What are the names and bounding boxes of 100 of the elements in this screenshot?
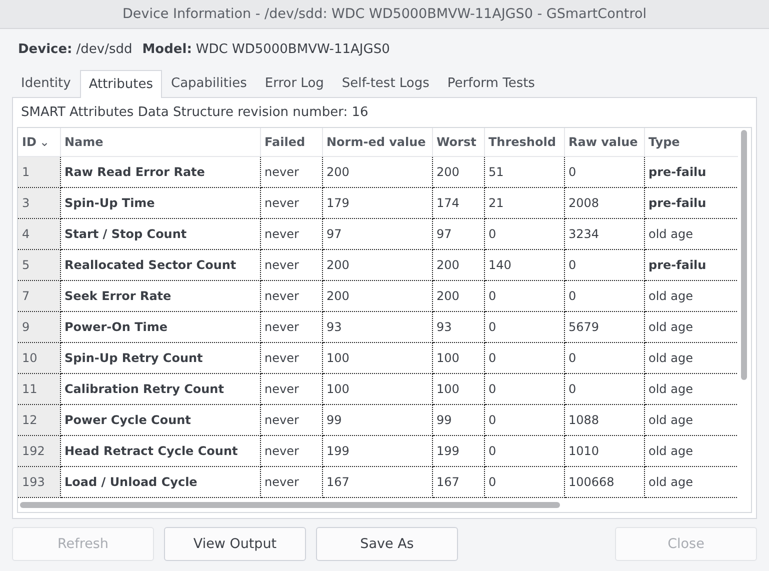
tab[interactable]: Identity — [12, 69, 80, 97]
column-header[interactable]: Failed — [260, 128, 322, 156]
device-value: /dev/sdd — [76, 42, 132, 56]
table-cell: old age — [644, 374, 738, 404]
table-cell: Spin-Up Time — [60, 188, 260, 218]
tab[interactable]: Capabilities — [162, 69, 256, 97]
table-cell: 199 — [432, 436, 484, 466]
table-cell: 0 — [484, 404, 564, 436]
table-cell: 93 — [432, 312, 484, 342]
table-cell: 99 — [432, 404, 484, 436]
table-cell: 192 — [18, 436, 60, 466]
table-cell: 4 — [18, 218, 60, 250]
table-cell: never — [260, 342, 322, 374]
tab[interactable]: Self-test Logs — [332, 69, 438, 97]
table-cell: 0 — [564, 342, 644, 374]
table-cell: 0 — [564, 280, 644, 312]
column-header[interactable]: Threshold — [484, 128, 564, 156]
column-header[interactable]: Worst — [432, 128, 484, 156]
table-cell: never — [260, 218, 322, 250]
table-cell: 1 — [18, 156, 60, 188]
model-value: WDC WD5000BMVW-11AJGS0 — [196, 42, 390, 56]
table-cell: 200 — [432, 156, 484, 188]
table-cell: 0 — [484, 312, 564, 342]
table-cell: never — [260, 466, 322, 498]
table-cell: 99 — [322, 404, 432, 436]
table-cell: 167 — [432, 466, 484, 498]
table-cell: 11 — [18, 374, 60, 404]
column-header[interactable]: Type — [644, 128, 738, 156]
tab[interactable]: Error Log — [256, 69, 333, 97]
table-cell: 200 — [322, 250, 432, 280]
table-cell: 179 — [322, 188, 432, 218]
table-cell: 199 — [322, 436, 432, 466]
table-cell: 0 — [484, 436, 564, 466]
table-cell: Seek Error Rate — [60, 280, 260, 312]
table-cell: never — [260, 312, 322, 342]
table-cell: 0 — [564, 250, 644, 280]
table-cell: 12 — [18, 404, 60, 436]
table-cell: 10 — [18, 342, 60, 374]
sort-icon: ⌄ — [39, 135, 50, 149]
column-header[interactable]: Norm-ed value — [322, 128, 432, 156]
table-cell: old age — [644, 436, 738, 466]
table-cell: 100 — [322, 374, 432, 404]
table-cell: 100 — [322, 342, 432, 374]
table-cell: old age — [644, 466, 738, 498]
table-cell: 9 — [18, 312, 60, 342]
tab[interactable]: Perform Tests — [438, 69, 544, 97]
table-cell: 97 — [322, 218, 432, 250]
table-cell: 0 — [564, 156, 644, 188]
table-cell: Power Cycle Count — [60, 404, 260, 436]
table-cell: 200 — [322, 280, 432, 312]
table-cell: 200 — [432, 280, 484, 312]
table-cell: 97 — [432, 218, 484, 250]
table-cell: 21 — [484, 188, 564, 218]
table-cell: 200 — [322, 156, 432, 188]
table-cell: 1010 — [564, 436, 644, 466]
device-label: Device: — [18, 42, 72, 56]
table-cell: never — [260, 436, 322, 466]
table-cell: 5 — [18, 250, 60, 280]
table-cell: never — [260, 374, 322, 404]
table-cell: 100668 — [564, 466, 644, 498]
table-cell: Raw Read Error Rate — [60, 156, 260, 188]
table-cell: 3 — [18, 188, 60, 218]
table-cell: Power-On Time — [60, 312, 260, 342]
tab[interactable]: Attributes — [80, 70, 162, 98]
table-cell: never — [260, 280, 322, 312]
table-cell: 0 — [484, 342, 564, 374]
table-cell: old age — [644, 342, 738, 374]
table-cell: 5679 — [564, 312, 644, 342]
table-cell: 93 — [322, 312, 432, 342]
table-cell: Spin-Up Retry Count — [60, 342, 260, 374]
table-cell: pre-failu — [644, 156, 738, 188]
table-cell: never — [260, 250, 322, 280]
table-cell: 100 — [432, 342, 484, 374]
window-title: Device Information - /dev/sdd: WDC WD5000BMVW-11AJGS0 - GSmartControl — [122, 6, 646, 22]
table-cell: old age — [644, 218, 738, 250]
table-cell: 140 — [484, 250, 564, 280]
table-cell: old age — [644, 280, 738, 312]
table-cell: 51 — [484, 156, 564, 188]
table-cell: Calibration Retry Count — [60, 374, 260, 404]
table-cell: 100 — [432, 374, 484, 404]
column-header[interactable]: Raw value — [564, 128, 644, 156]
table-cell: never — [260, 156, 322, 188]
model-label: Model: — [142, 42, 192, 56]
table-cell: never — [260, 188, 322, 218]
table-cell: old age — [644, 404, 738, 436]
table-cell: 0 — [484, 280, 564, 312]
dialog-button[interactable]: View Output — [164, 527, 306, 561]
table-cell: 3234 — [564, 218, 644, 250]
table-cell: pre-failu — [644, 188, 738, 218]
table-cell: 174 — [432, 188, 484, 218]
table-cell: 0 — [564, 374, 644, 404]
table-cell: old age — [644, 312, 738, 342]
column-header[interactable]: Name — [60, 128, 260, 156]
table-cell: 0 — [484, 466, 564, 498]
table-cell: 0 — [484, 374, 564, 404]
table-cell: pre-failu — [644, 250, 738, 280]
table-cell: 167 — [322, 466, 432, 498]
dialog-button[interactable]: Save As — [316, 527, 458, 561]
revision-text: SMART Attributes Data Structure revision number: 16 — [20, 104, 370, 122]
table-cell: 193 — [18, 466, 60, 498]
